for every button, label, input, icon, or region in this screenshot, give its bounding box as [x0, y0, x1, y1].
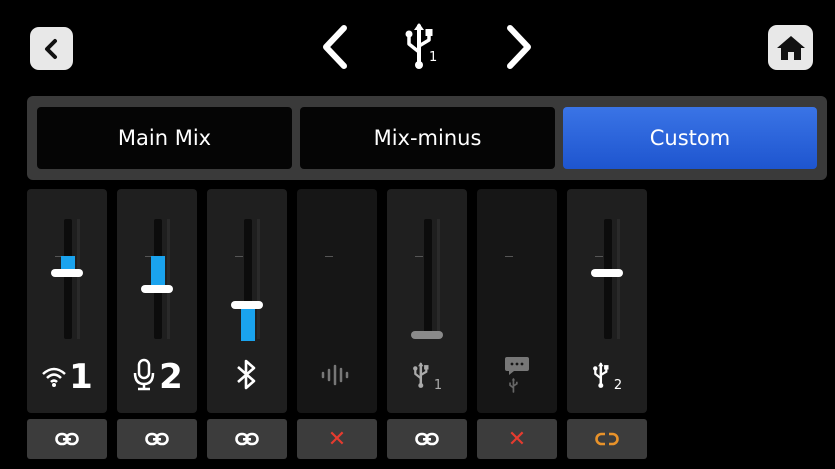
- channel-source-mic-2: 2: [117, 355, 197, 399]
- usb-icon: [412, 360, 434, 394]
- mic-icon: [131, 358, 157, 396]
- link-icon: [415, 427, 439, 452]
- chat-usb-icon: [504, 355, 530, 399]
- channel-source-sound: [297, 355, 377, 399]
- channel-source-usb-1-chat: [477, 355, 557, 399]
- unity-tick: [415, 256, 423, 257]
- level-meter: [617, 219, 620, 339]
- link-button[interactable]: [567, 419, 647, 459]
- link-icon: [235, 427, 259, 452]
- unity-tick: [505, 256, 513, 257]
- fader-gain-fill: [151, 256, 165, 289]
- level-meter: [257, 219, 260, 339]
- fader-knob[interactable]: [51, 269, 83, 277]
- back-button[interactable]: [30, 27, 73, 70]
- link-button[interactable]: [207, 419, 287, 459]
- channel-strip-usb-2: 2: [567, 189, 647, 413]
- level-meter: [77, 219, 80, 339]
- fader-knob[interactable]: [141, 284, 173, 293]
- channel-number: 1: [69, 357, 93, 397]
- tab-main-mix[interactable]: Main Mix: [37, 107, 292, 169]
- home-button[interactable]: [768, 25, 813, 70]
- chevron-right-icon: [507, 25, 531, 69]
- fader-track[interactable]: [424, 219, 432, 339]
- link-button[interactable]: [117, 419, 197, 459]
- next-source-button[interactable]: [502, 20, 538, 74]
- fader-knob[interactable]: [411, 331, 443, 339]
- tab-custom-label: Custom: [649, 126, 731, 150]
- channel-strip-wifi-1: 1: [27, 189, 107, 413]
- level-meter: [437, 219, 440, 339]
- fader-knob[interactable]: [231, 301, 263, 310]
- tab-mix-minus-label: Mix-minus: [373, 126, 482, 150]
- unlink-icon: [595, 427, 619, 452]
- back-icon: [44, 38, 57, 59]
- link-icon: [145, 427, 169, 452]
- fader-track[interactable]: [604, 219, 612, 339]
- channel-strip-mic-2: 2: [117, 189, 197, 413]
- top-bar: 1: [0, 0, 835, 92]
- close-icon: ✕: [327, 426, 347, 452]
- fader-track[interactable]: [64, 219, 72, 339]
- mix-mode-tabs: Main Mix Mix-minus Custom: [27, 96, 827, 180]
- tab-custom[interactable]: Custom: [563, 107, 817, 169]
- channel-strip-usb-1-chat: [477, 189, 557, 413]
- channel-strip-sound: [297, 189, 377, 413]
- channel-strip-usb-1: 1: [387, 189, 467, 413]
- channel-number: 2: [613, 377, 623, 393]
- tab-mix-minus[interactable]: Mix-minus: [300, 107, 555, 169]
- unity-tick: [235, 256, 243, 257]
- tab-main-mix-label: Main Mix: [117, 126, 212, 150]
- link-icon: [55, 427, 79, 452]
- channel-source-bluetooth: [207, 355, 287, 399]
- channel-source-usb-2: 2: [567, 355, 647, 399]
- channel-source-wifi-1: 1: [27, 355, 107, 399]
- unity-tick: [595, 256, 603, 257]
- channel-source-usb-1: 1: [387, 355, 467, 399]
- chevron-left-icon: [323, 25, 347, 69]
- bluetooth-icon: [234, 357, 260, 397]
- wifi-icon: [41, 362, 67, 392]
- close-icon: ✕: [507, 426, 527, 452]
- channel-number: 2: [159, 357, 183, 397]
- usb-icon: [592, 360, 614, 394]
- previous-source-button[interactable]: [316, 20, 352, 74]
- link-button[interactable]: [387, 419, 467, 459]
- current-source: 1: [398, 16, 448, 76]
- unity-tick: [325, 256, 333, 257]
- fader-gain-fill: [241, 305, 255, 341]
- source-number: 1: [429, 50, 438, 65]
- channel-number: 1: [433, 377, 443, 393]
- sound-wave-icon: [320, 364, 354, 390]
- channel-strip-bluetooth: [207, 189, 287, 413]
- disabled-link-button[interactable]: ✕: [477, 419, 557, 459]
- fader-knob[interactable]: [591, 269, 623, 277]
- disabled-link-button[interactable]: ✕: [297, 419, 377, 459]
- link-button[interactable]: [27, 419, 107, 459]
- home-icon: [776, 35, 805, 60]
- level-meter: [167, 219, 170, 339]
